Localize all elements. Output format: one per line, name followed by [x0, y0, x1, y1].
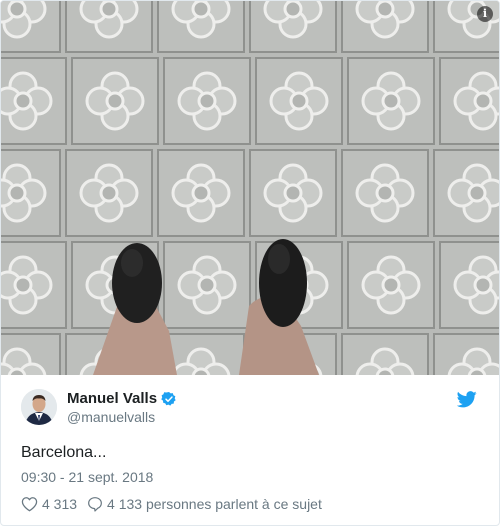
tweet-timestamp[interactable]: 09:30 - 21 sept. 2018	[21, 469, 153, 485]
pavement-tile	[157, 1, 245, 53]
like-count: 4 313	[42, 496, 78, 512]
pavement-tile	[1, 149, 61, 237]
author-handle[interactable]: @manuelvalls	[67, 409, 177, 425]
info-icon[interactable]: i	[477, 6, 493, 22]
pavement-tile	[157, 149, 245, 237]
pavement-tile	[65, 1, 153, 53]
pavement-tile	[249, 1, 337, 53]
pavement-tile	[255, 57, 343, 145]
avatar[interactable]	[21, 389, 57, 425]
twitter-bird-icon[interactable]	[457, 391, 477, 408]
pavement-tile	[65, 149, 153, 237]
pavement-tile	[439, 241, 499, 329]
tweet-actions: 4 313 4 133 personnes parlent à ce sujet	[21, 496, 322, 512]
reply-action[interactable]: 4 133 personnes parlent à ce sujet	[87, 496, 322, 512]
tweet-text: Barcelona...	[21, 444, 107, 461]
pavement-tile	[347, 57, 435, 145]
pavement-photo	[1, 1, 499, 375]
pavement-tile	[1, 57, 67, 145]
like-action[interactable]: 4 313	[21, 496, 77, 512]
pavement-tile	[1, 1, 61, 53]
pavement-tile	[71, 57, 159, 145]
pavement-tile	[341, 333, 429, 375]
speech-bubble-icon[interactable]	[87, 496, 103, 512]
verified-badge-icon	[161, 391, 176, 406]
tweet-author[interactable]: Manuel Valls @manuelvalls	[21, 389, 177, 425]
heart-icon[interactable]	[21, 496, 38, 512]
pavement-tile	[439, 57, 499, 145]
pavement-tile	[249, 149, 337, 237]
pavement-tile	[1, 241, 67, 329]
pavement-tile	[341, 149, 429, 237]
replies-text: 4 133 personnes parlent à ce sujet	[107, 496, 322, 512]
embedded-tweet-card: i Manuel Valls @manuelvalls Barcelona...…	[0, 0, 500, 526]
pavement-tile	[341, 1, 429, 53]
tweet-photo[interactable]: i	[1, 1, 499, 375]
pavement-tile	[347, 241, 435, 329]
pavement-tile	[163, 241, 251, 329]
author-display-name[interactable]: Manuel Valls	[67, 390, 157, 407]
pavement-tile	[1, 333, 61, 375]
pavement-tile	[433, 149, 499, 237]
pavement-tile	[163, 57, 251, 145]
pavement-tile	[433, 333, 499, 375]
